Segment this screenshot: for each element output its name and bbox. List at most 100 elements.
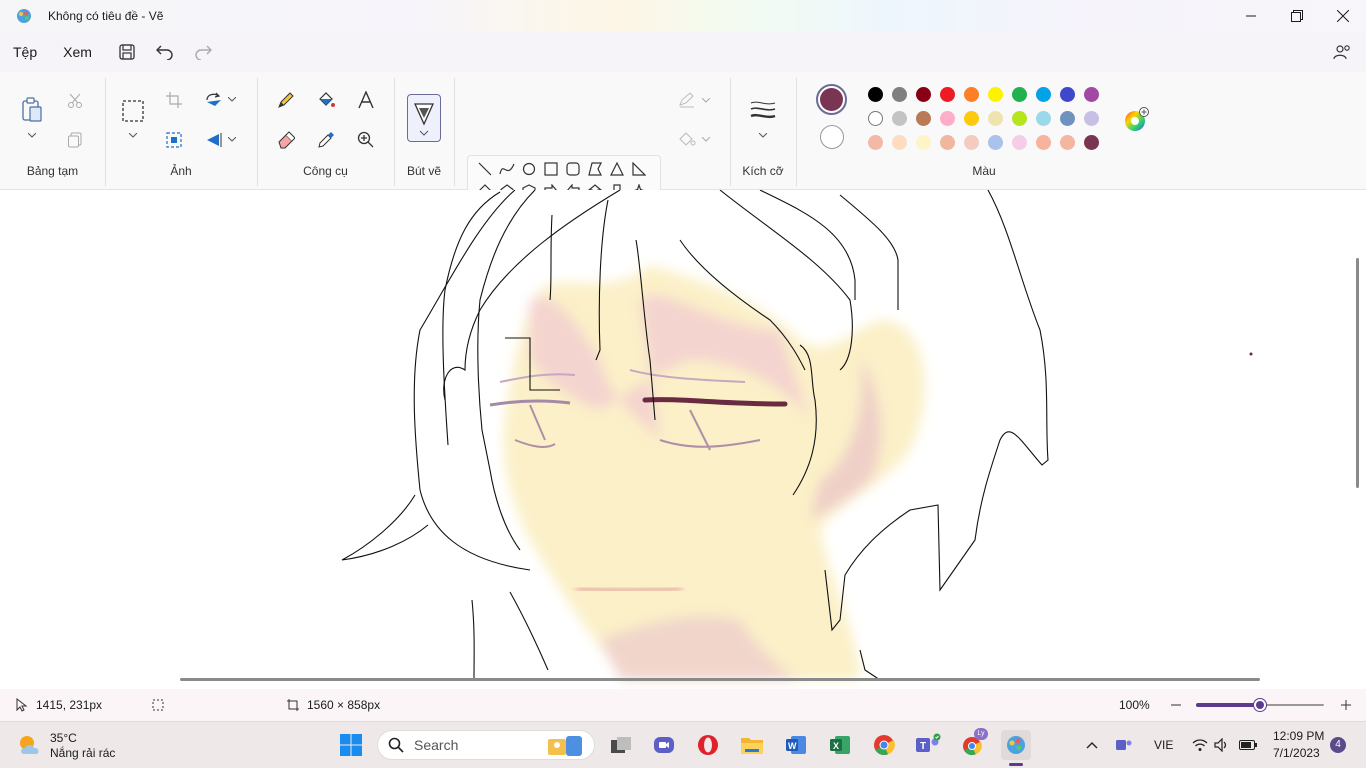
pencil-button[interactable] (274, 88, 298, 112)
size-dropdown[interactable] (756, 128, 770, 142)
shape-fill-button[interactable] (676, 129, 698, 149)
color-swatch[interactable] (964, 135, 979, 150)
edit-colors-button[interactable] (1122, 106, 1150, 134)
redo-button[interactable] (187, 36, 219, 68)
primary-color-swatch[interactable] (816, 84, 847, 115)
cut-button[interactable] (64, 90, 86, 112)
oval-shape[interactable] (519, 159, 539, 179)
volume-button[interactable] (1210, 730, 1234, 760)
copy-button[interactable] (64, 129, 86, 151)
color-swatch[interactable] (940, 111, 955, 126)
chrome-profile-button[interactable]: Ly (957, 728, 988, 760)
select-dropdown[interactable] (125, 128, 141, 142)
color-swatch[interactable] (1060, 87, 1075, 102)
chrome-button[interactable] (869, 730, 899, 760)
paste-dropdown[interactable] (24, 128, 40, 142)
zoom-slider-thumb[interactable] (1254, 699, 1266, 711)
color-swatch[interactable] (916, 87, 931, 102)
battery-button[interactable] (1236, 730, 1260, 760)
input-language[interactable]: VIE (1154, 738, 1173, 752)
color-swatch[interactable] (1084, 111, 1099, 126)
polygon-shape[interactable] (585, 159, 605, 179)
word-button[interactable]: W (781, 730, 811, 760)
curve-shape[interactable] (497, 159, 517, 179)
rounded-rectangle-shape[interactable] (563, 159, 583, 179)
excel-button[interactable]: X (825, 730, 855, 760)
horizontal-scrollbar[interactable] (180, 678, 1260, 681)
secondary-color-swatch[interactable] (820, 125, 844, 149)
file-explorer-button[interactable] (737, 730, 767, 760)
color-swatch[interactable] (892, 111, 907, 126)
notification-badge[interactable]: 4 (1330, 737, 1346, 753)
drawing-canvas[interactable] (0, 190, 1366, 689)
color-swatch[interactable] (940, 87, 955, 102)
crop-button[interactable] (163, 89, 185, 111)
select-button[interactable] (120, 98, 146, 124)
taskbar-search[interactable]: Search (377, 730, 595, 760)
color-swatch[interactable] (916, 135, 931, 150)
color-swatch[interactable] (964, 87, 979, 102)
triangle-shape[interactable] (607, 159, 627, 179)
brushes-button[interactable] (407, 94, 441, 142)
color-swatch[interactable] (1036, 111, 1051, 126)
color-swatch[interactable] (1012, 135, 1027, 150)
rotate-dropdown[interactable] (225, 92, 239, 106)
color-swatch[interactable] (1060, 135, 1075, 150)
color-swatch[interactable] (1036, 135, 1051, 150)
color-swatch[interactable] (892, 135, 907, 150)
flip-button[interactable] (203, 129, 225, 151)
shape-outline-button[interactable] (676, 90, 698, 110)
outline-dropdown[interactable] (700, 94, 712, 106)
undo-button[interactable] (149, 36, 181, 68)
menu-view[interactable]: Xem (50, 32, 105, 72)
color-swatch[interactable] (916, 111, 931, 126)
clock-time[interactable]: 12:09 PM (1273, 729, 1324, 743)
text-button[interactable] (354, 88, 378, 112)
color-swatch[interactable] (964, 111, 979, 126)
rotate-button[interactable] (203, 89, 225, 111)
color-swatch[interactable] (988, 111, 1003, 126)
show-hidden-icons-button[interactable] (1080, 730, 1104, 760)
color-swatch[interactable] (1012, 87, 1027, 102)
flip-dropdown[interactable] (225, 132, 239, 146)
teams-tray-button[interactable] (1112, 730, 1136, 760)
eraser-button[interactable] (274, 128, 298, 152)
zoom-slider[interactable] (1196, 699, 1324, 711)
fill-dropdown[interactable] (700, 133, 712, 145)
magnifier-button[interactable] (354, 128, 378, 152)
clock-date[interactable]: 7/1/2023 (1273, 746, 1320, 760)
line-shape[interactable] (475, 159, 495, 179)
color-swatch[interactable] (868, 135, 883, 150)
start-button[interactable] (336, 730, 366, 760)
color-swatch[interactable] (1060, 111, 1075, 126)
rectangle-shape[interactable] (541, 159, 561, 179)
color-swatch[interactable] (868, 87, 883, 102)
color-swatch[interactable] (940, 135, 955, 150)
resize-button[interactable] (163, 129, 185, 151)
paste-button[interactable] (18, 96, 46, 124)
share-button[interactable] (1326, 36, 1358, 68)
color-swatch[interactable] (1036, 87, 1051, 102)
color-swatch[interactable] (868, 111, 883, 126)
teams-button[interactable]: T (913, 730, 943, 760)
paint-taskbar-button[interactable] (1001, 730, 1031, 766)
minimize-button[interactable] (1228, 0, 1274, 32)
color-swatch[interactable] (1012, 111, 1027, 126)
task-view-button[interactable] (606, 730, 636, 760)
color-swatch[interactable] (988, 135, 1003, 150)
color-swatch[interactable] (892, 87, 907, 102)
zoom-out-button[interactable] (1168, 697, 1184, 713)
weather-widget[interactable]: 35°C Nắng rải rác (16, 729, 146, 763)
menu-file[interactable]: Tệp (0, 32, 50, 72)
color-swatch[interactable] (988, 87, 1003, 102)
color-picker-button[interactable] (314, 128, 338, 152)
size-button[interactable] (749, 98, 777, 122)
opera-button[interactable] (693, 730, 723, 760)
color-swatch[interactable] (1084, 135, 1099, 150)
zoom-in-button[interactable] (1338, 697, 1354, 713)
save-button[interactable] (111, 36, 143, 68)
vertical-scrollbar[interactable] (1356, 258, 1359, 488)
color-swatch[interactable] (1084, 87, 1099, 102)
wifi-button[interactable] (1188, 730, 1212, 760)
maximize-button[interactable] (1274, 0, 1320, 32)
